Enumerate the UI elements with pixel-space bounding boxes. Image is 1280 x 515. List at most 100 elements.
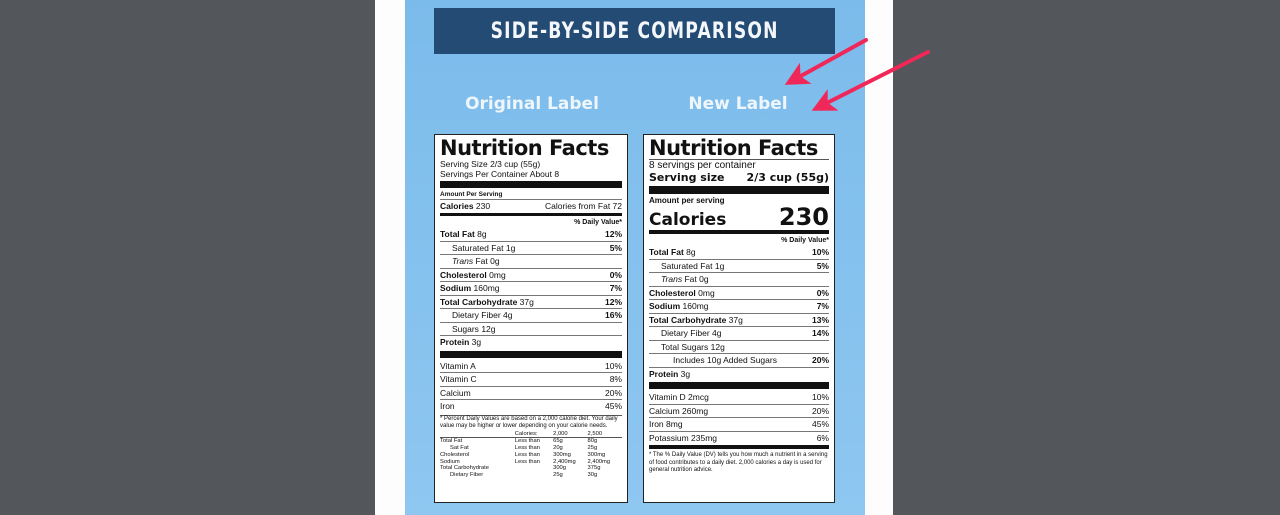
new-servings-per-container: 8 servings per container	[649, 160, 756, 171]
nutrient-amount: 3g	[471, 337, 482, 347]
nutrient-amount: 1g	[714, 260, 725, 271]
footnote-table-cell: Total Carbohydrate	[440, 465, 489, 472]
nutrient-row: Protein 3g	[440, 335, 622, 349]
footnote-table-cell: Total Fat	[440, 438, 463, 445]
nutrient-amount: 12g	[710, 341, 725, 352]
vitamin-row: Vitamin C 8%	[440, 372, 622, 386]
footnote-table-cell	[515, 465, 553, 472]
nutrient-name: Saturated Fat	[452, 242, 504, 253]
new-daily-value-header: % Daily Value*	[781, 237, 829, 244]
footnote-table-header-cell: Calories:	[514, 430, 554, 439]
nutrient-daily-value: 13%	[811, 314, 829, 325]
nutrient-name: Dietary Fiber	[452, 310, 501, 320]
footnote-table-cell: 20g	[553, 445, 563, 452]
nutrient-amount: 8g	[477, 229, 487, 239]
vitamin-name: Calcium 260mg	[649, 405, 709, 416]
nutrient-name: Total Fat	[649, 247, 684, 257]
new-nutrient-list: Total Fat 8g 10% Saturated Fat 1g 5% Trans F…	[649, 246, 829, 380]
vitamin-row: Potassium 235mg 6%	[649, 430, 829, 445]
original-footnote: * Percent Daily Values are based on a 2,…	[440, 414, 622, 431]
nutrient-row: Trans Fat 0g	[649, 272, 829, 286]
new-calories-value: 230	[778, 203, 829, 231]
nutrient-name: Cholesterol	[649, 287, 696, 298]
footnote-table-cell: Sat Fat	[450, 445, 469, 452]
footnote-table-row: Total Carbohydrate 300g 375g	[440, 465, 622, 472]
vitamin-name: Iron 8mg	[649, 419, 683, 429]
vitamin-daily-value: 10%	[604, 360, 622, 371]
new-calories-label: Calories	[649, 210, 727, 230]
nutrient-amount: 160mg	[682, 301, 709, 311]
footnote-table-row: Cholesterol Less than 300mg 300mg	[440, 452, 622, 459]
vitamin-daily-value: 6%	[816, 432, 829, 443]
nutrient-row: Dietary Fiber 4g 16%	[440, 308, 622, 322]
original-serving-size: Serving Size 2/3 cup (55g)	[440, 159, 541, 169]
vitamin-row: Vitamin A 10%	[440, 360, 622, 373]
nutrient-row: Saturated Fat 1g 5%	[649, 258, 829, 273]
new-calories-row: Calories 230	[649, 205, 829, 229]
divider-thick	[649, 382, 829, 389]
divider-thick	[649, 186, 829, 194]
nutrient-daily-value: 5%	[609, 242, 622, 253]
new-footnote: * The % Daily Value (DV) tells you how m…	[649, 452, 828, 473]
nutrient-amount: 0mg	[698, 287, 715, 298]
divider-medium	[649, 445, 829, 449]
comparison-banner: SIDE-BY-SIDE COMPARISON	[434, 8, 835, 54]
nutrient-name: Total Fat	[440, 229, 475, 239]
footnote-table-cell: 65g	[553, 438, 563, 445]
vitamin-name: Potassium 235mg	[649, 432, 718, 443]
original-amount-per-serving: Amount Per Serving	[440, 191, 503, 198]
new-serving-size-row: Serving size 2/3 cup (55g)	[649, 171, 829, 184]
footnote-table-row: Total Fat Less than 65g 80g	[440, 438, 622, 445]
original-nutrient-list: Total Fat 8g 12% Saturated Fat 1g 5% Trans F…	[440, 228, 622, 349]
nutrient-name: Protein	[440, 337, 470, 347]
nutrient-row: Saturated Fat 1g 5%	[440, 240, 622, 255]
vitamin-name: Vitamin A	[440, 360, 476, 371]
banner-title: SIDE-BY-SIDE COMPARISON	[490, 18, 779, 44]
new-serving-size-value: 2/3 cup (55g)	[746, 171, 829, 184]
footnote-table-cell: 25g	[587, 445, 598, 452]
new-vitamin-list: Vitamin D 2mcg 10% Calcium 260mg 20% Iron 8m…	[649, 391, 829, 444]
nutrient-daily-value: 0%	[609, 269, 622, 280]
footnote-table-header: Calories: 2,000 2,500	[440, 430, 622, 439]
nutrient-row: Total Carbohydrate 37g 12%	[440, 294, 622, 309]
original-calories-value: 230	[475, 201, 491, 211]
nutrient-row: Cholesterol 0mg 0%	[440, 267, 622, 282]
footnote-table-cell: Dietary Fiber	[450, 472, 484, 479]
original-calories-label: Calories	[440, 201, 474, 211]
nutrient-amount: 1g	[505, 242, 516, 253]
nutrient-amount: 0mg	[489, 269, 506, 280]
vitamin-daily-value: 8%	[609, 374, 622, 384]
vitamin-row: Calcium 20%	[440, 385, 622, 400]
nutrient-amount: 12g	[481, 323, 496, 334]
nutrient-name-suffix: Fat 0g	[684, 274, 709, 284]
nutrient-row: Dietary Fiber 4g 14%	[649, 326, 829, 340]
vitamin-daily-value: 10%	[811, 392, 829, 402]
divider-medium	[440, 213, 622, 216]
vitamin-row: Iron 8mg 45%	[649, 417, 829, 431]
footnote-table-cell: 2,400mg	[587, 458, 611, 465]
nutrient-daily-value: 12%	[604, 229, 622, 239]
nutrient-daily-value: 10%	[811, 247, 829, 257]
nutrient-name: Includes 10g Added Sugars	[673, 355, 777, 365]
new-nutrition-label: Nutrition Facts 8 servings per container…	[643, 134, 835, 503]
nutrient-row: Cholesterol 0mg 0%	[649, 285, 829, 300]
footnote-table-header-cell	[440, 430, 515, 439]
footnote-table-row: Sodium Less than 2,400mg 2,400mg	[440, 459, 622, 466]
nutrient-name: Total Carbohydrate	[649, 314, 727, 325]
vitamin-daily-value: 45%	[811, 419, 829, 429]
nutrient-name: Saturated Fat	[661, 260, 713, 271]
nutrient-daily-value: 7%	[816, 301, 829, 311]
nutrient-row: Total Carbohydrate 37g 13%	[649, 312, 829, 327]
original-label-heading: Original Label	[465, 94, 599, 114]
footnote-table-header-cell: 2,000	[553, 430, 588, 439]
footnote-table-cell: 80g	[587, 438, 598, 445]
footnote-table-cell: 2,400mg	[553, 458, 576, 465]
original-servings-per-container: Servings Per Container About 8	[440, 169, 560, 179]
nutrient-name-suffix: Fat 0g	[475, 256, 500, 266]
nutrient-amount: 37g	[519, 296, 534, 307]
vitamin-name: Vitamin C	[440, 374, 477, 384]
footnote-table-cell: Less than	[514, 438, 540, 445]
footnote-table-cell: 25g	[553, 472, 563, 479]
footnote-table-cell: Sodium	[440, 458, 460, 465]
new-serving-size-label: Serving size	[649, 171, 725, 184]
